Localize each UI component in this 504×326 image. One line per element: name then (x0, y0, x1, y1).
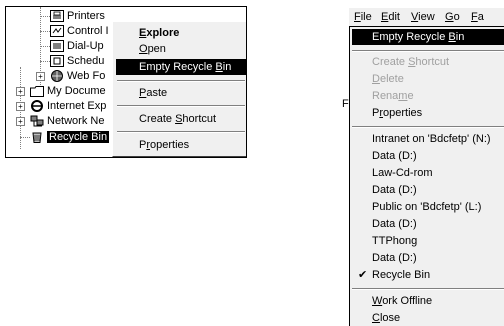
file-menu-separator (352, 50, 504, 52)
file-menu-properties[interactable]: Properties (352, 105, 504, 121)
file-menu-separator (352, 126, 504, 128)
context-menu-separator (117, 80, 245, 82)
tree-item-my-documents[interactable]: My Docume (30, 84, 106, 98)
tree-item-dial-up[interactable]: Dial-Up (50, 39, 104, 53)
file-menu-work-offline[interactable]: Work Offline (352, 293, 504, 309)
menu-edit[interactable]: Edit (381, 10, 400, 24)
dial-up-networking-icon (50, 40, 64, 53)
menu-view[interactable]: View (411, 10, 435, 24)
scheduled-tasks-icon (50, 55, 64, 68)
tree-item-control-panel[interactable]: Control I (50, 24, 109, 38)
file-menu-history-item[interactable]: Data (D:) (352, 182, 504, 198)
tree-item-web-folders[interactable]: Web Fo (50, 69, 105, 83)
file-menu-history-item[interactable]: Data (D:) (352, 148, 504, 164)
menu-go[interactable]: Go (445, 10, 460, 24)
web-folders-icon (50, 70, 64, 83)
context-menu-properties[interactable]: Properties (116, 137, 246, 153)
context-menu-open[interactable]: Open (116, 41, 246, 57)
explorer-tree-pane: Printers Control I Dial-Up Schedu + Web … (5, 6, 247, 158)
tree-item-internet-explorer[interactable]: Internet Exp (30, 99, 106, 113)
expand-web-folders-toggle[interactable]: + (36, 72, 45, 81)
context-menu-separator (117, 105, 245, 107)
context-menu-empty-recycle-bin[interactable]: Empty Recycle Bin (116, 59, 246, 75)
tree-item-recycle-bin[interactable]: Recycle Bin (30, 130, 110, 144)
file-menu-separator (352, 288, 504, 290)
expand-network-neighborhood-toggle[interactable]: + (16, 117, 25, 126)
file-menu-history-item[interactable]: Data (D:) (352, 250, 504, 266)
file-menu-history-item[interactable]: Data (D:) (352, 216, 504, 232)
my-documents-icon (30, 85, 44, 98)
context-menu-explore[interactable]: Explore (116, 25, 246, 41)
menu-favorites[interactable]: Fa (471, 10, 484, 24)
printers-icon (50, 10, 64, 23)
context-menu-separator (117, 131, 245, 133)
context-menu: Explore Open Empty Recycle Bin Paste Cre… (112, 21, 246, 157)
tree-item-printers[interactable]: Printers (50, 9, 105, 23)
file-menu-history-item[interactable]: Intranet on 'Bdcfetp' (N:) (352, 131, 504, 147)
context-menu-paste[interactable]: Paste (116, 85, 246, 101)
menu-bar: File Edit View Go Fa (349, 8, 504, 27)
file-menu-history-item[interactable]: TTPhong (352, 233, 504, 249)
context-menu-create-shortcut[interactable]: Create Shortcut (116, 111, 246, 127)
check-mark-icon: ✔ (358, 269, 368, 281)
tree-item-network-neighborhood[interactable]: Network Ne (30, 114, 104, 128)
file-menu-create-shortcut: Create Shortcut (372, 56, 450, 68)
internet-explorer-icon (30, 100, 44, 113)
file-menu-history-recycle-bin[interactable]: ✔ Recycle Bin (352, 267, 504, 283)
file-menu-delete: Delete (372, 73, 404, 85)
expand-internet-explorer-toggle[interactable]: + (16, 102, 25, 111)
file-menu-close[interactable]: Close (352, 310, 504, 326)
file-menu-rename: Rename (372, 90, 414, 102)
network-neighborhood-icon (30, 115, 44, 127)
file-menu-empty-recycle-bin[interactable]: Empty Recycle Bin (352, 29, 504, 45)
file-menu-history-item[interactable]: Public on 'Bdcfetp' (L:) (352, 199, 504, 215)
expand-my-documents-toggle[interactable]: + (16, 87, 25, 96)
tree-item-scheduled-tasks[interactable]: Schedu (50, 54, 104, 68)
clipped-window-letter: F (342, 98, 349, 110)
menu-file[interactable]: File (354, 10, 372, 24)
file-menu-dropdown: Empty Recycle Bin Create Shortcut Delete… (349, 26, 504, 326)
file-menu-history-item[interactable]: Law-Cd-rom (352, 165, 504, 181)
control-panel-icon (50, 25, 64, 38)
recycle-bin-icon (30, 131, 44, 144)
